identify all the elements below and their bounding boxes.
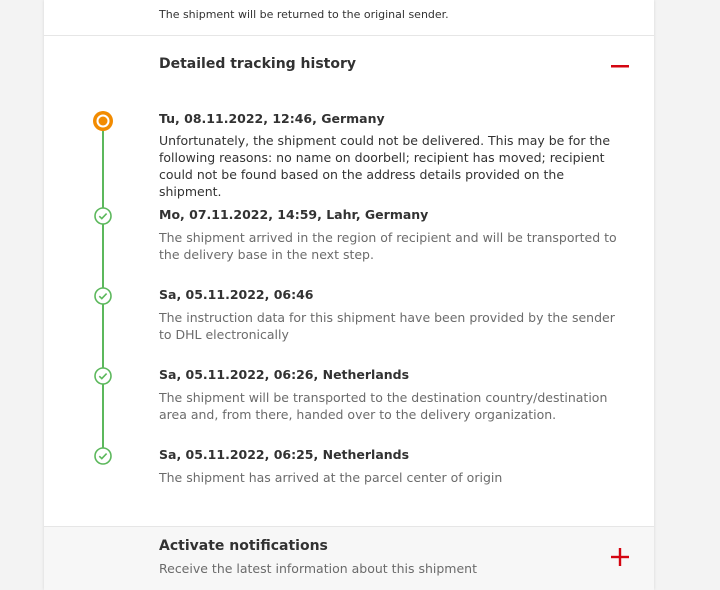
check-circle-icon (94, 447, 112, 469)
minus-icon (611, 65, 629, 68)
event-2-text: The shipment arrived in the region of re… (159, 230, 617, 262)
event-1-text: Unfortunately, the shipment could not be… (159, 133, 611, 199)
event-4-head: Sa, 05.11.2022, 06:26, Netherlands (159, 367, 410, 382)
plus-icon (611, 548, 629, 566)
event-1-head: Tu, 08.11.2022, 12:46, Germany (159, 111, 385, 126)
notifications-expand-button[interactable] (610, 547, 630, 567)
check-circle-icon (94, 287, 112, 309)
event-3-text: The instruction data for this shipment h… (159, 310, 615, 342)
notifications-subtitle: Receive the latest information about thi… (159, 561, 477, 576)
event-2-head: Mo, 07.11.2022, 14:59, Lahr, Germany (159, 207, 429, 222)
history-collapse-button[interactable] (610, 56, 630, 76)
event-4-text: The shipment will be transported to the … (159, 390, 608, 422)
divider (44, 35, 654, 36)
notifications-title: Activate notifications (159, 538, 328, 554)
return-note: The shipment will be returned to the ori… (159, 8, 449, 21)
check-circle-icon (94, 207, 112, 229)
event-5-head: Sa, 05.11.2022, 06:25, Netherlands (159, 447, 410, 462)
event-5-text: The shipment has arrived at the parcel c… (159, 470, 503, 485)
divider (44, 526, 654, 527)
history-title: Detailed tracking history (159, 56, 356, 72)
current-status-icon (92, 110, 114, 136)
event-3-head: Sa, 05.11.2022, 06:46 (159, 287, 314, 302)
check-circle-icon (94, 367, 112, 389)
notifications-section[interactable] (44, 527, 654, 590)
tracking-card: The shipment will be returned to the ori… (44, 0, 654, 590)
